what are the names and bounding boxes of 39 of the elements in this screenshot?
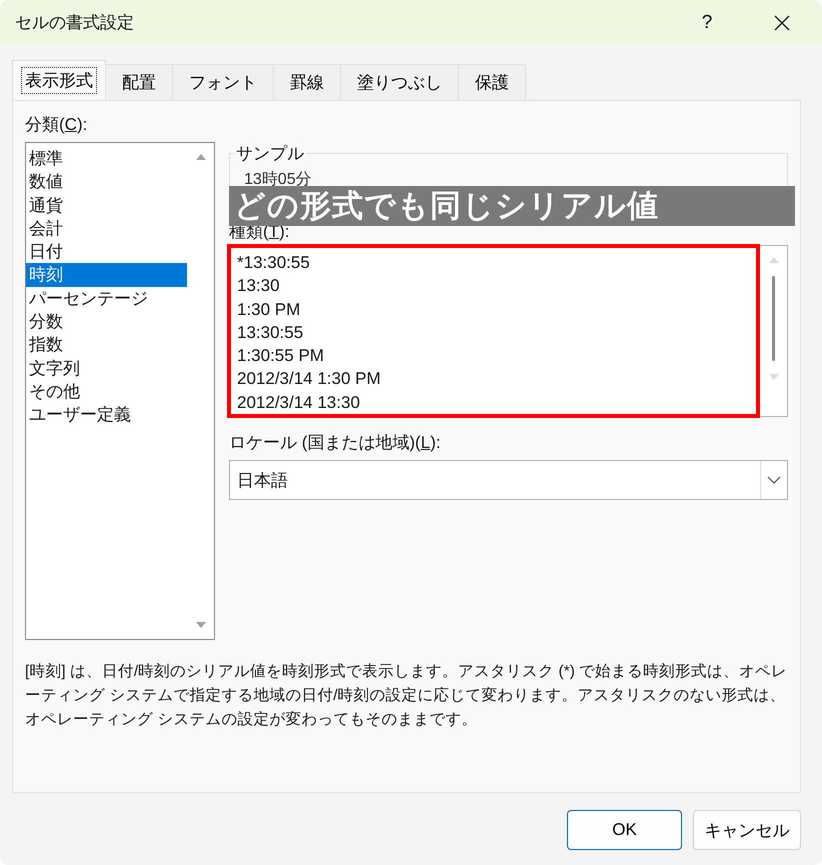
category-item[interactable]: 会計 (26, 216, 187, 240)
tab[interactable]: 表示形式 (12, 60, 106, 100)
format-item[interactable]: 13:30 (237, 274, 750, 298)
tab[interactable]: 配置 (105, 64, 173, 100)
format-item[interactable]: *13:30:55 (237, 251, 750, 274)
category-item[interactable]: その他 (26, 380, 187, 404)
ok-button[interactable]: OK (567, 810, 682, 850)
format-item[interactable]: 1:30 PM (237, 298, 750, 321)
locale-dropdown[interactable]: 日本語 (229, 460, 788, 500)
category-label: 分類(C): (25, 114, 88, 136)
category-item[interactable]: 標準 (26, 147, 187, 170)
category-item[interactable]: 時刻 (26, 263, 187, 287)
sample-label: サンプル (235, 143, 305, 165)
category-item[interactable]: 分数 (26, 310, 187, 334)
category-item[interactable]: パーセンテージ (26, 286, 187, 310)
locale-label: ロケール (国または地域)(L): (229, 432, 442, 454)
category-item[interactable]: 数値 (26, 170, 187, 194)
format-item[interactable]: 2012/3/14 13:30 (237, 390, 750, 414)
cancel-button[interactable]: キャンセル (693, 810, 801, 850)
category-item[interactable]: 文字列 (26, 356, 187, 380)
overlay-caption: どの形式でも同じシリアル値 (229, 186, 795, 226)
scroll-down-icon[interactable] (768, 373, 780, 381)
chevron-down-icon (767, 476, 781, 484)
close-icon (773, 14, 791, 32)
window-title: セルの書式設定 (15, 12, 135, 34)
scroll-down-icon[interactable] (194, 621, 206, 629)
category-item[interactable]: 通貨 (26, 194, 187, 217)
description-text: [時刻] は、日付/時刻のシリアル値を時刻形式で表示します。アスタリスク (*) で始まる時刻形式は、オペレーティング システムで指定する地域の日付/時刻の設定に応じて変わります。アスタリスクのない形式は、オペレーティング システムの設定が変わってもそのままです。 (25, 662, 788, 730)
scroll-up-icon[interactable] (768, 256, 780, 264)
help-button[interactable]: ? (672, 0, 742, 45)
category-item[interactable]: 指数 (26, 333, 187, 357)
scrollbar-thumb[interactable] (772, 276, 775, 361)
format-item[interactable]: 1:30:55 PM (237, 344, 750, 368)
tab[interactable]: 保護 (458, 64, 526, 100)
category-item[interactable]: ユーザー定義 (26, 403, 187, 427)
scroll-up-icon[interactable] (194, 153, 206, 161)
format-item[interactable]: 13:30:55 (237, 320, 750, 344)
format-item[interactable]: 2012/3/14 1:30 PM (237, 367, 750, 391)
category-item[interactable]: 日付 (26, 240, 187, 264)
